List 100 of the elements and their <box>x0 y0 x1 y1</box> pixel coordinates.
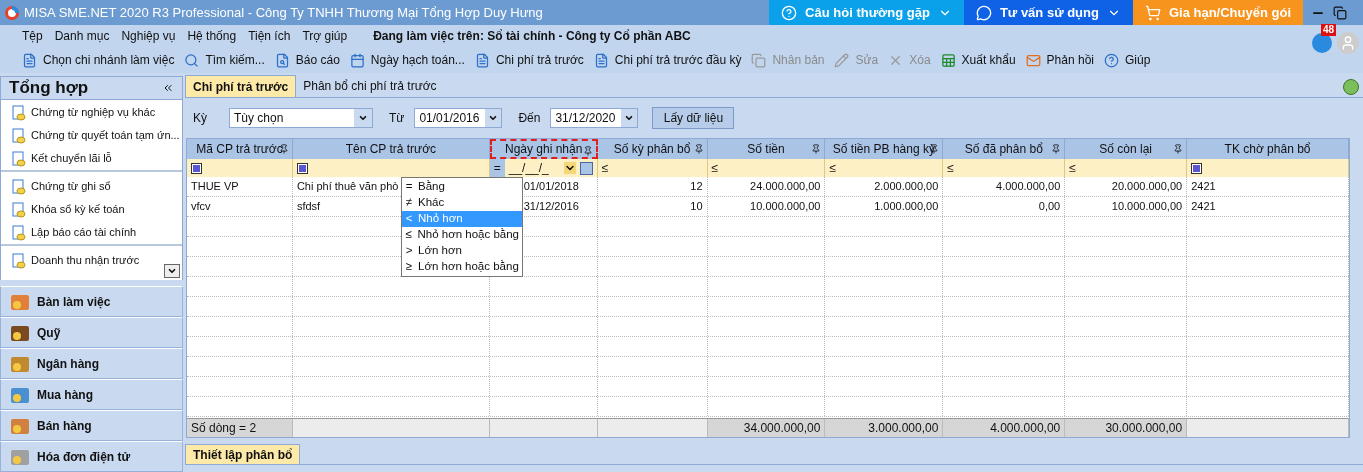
toolbar-button[interactable]: Phản hồi <box>1025 51 1094 69</box>
toolbar-icon <box>940 52 956 68</box>
filter-checkbox[interactable] <box>1191 162 1203 174</box>
caret-icon <box>624 113 635 123</box>
table-cell-text: sfdsf <box>296 199 321 215</box>
date-filter-field[interactable]: __/__/_ <box>508 159 564 177</box>
document-icon <box>11 127 27 144</box>
toolbar-button[interactable]: Tìm kiếm... <box>184 51 265 69</box>
pin-icon[interactable] <box>693 144 704 154</box>
sidebar-item[interactable]: Khóa sổ kỳ kế toán <box>31 201 125 218</box>
module-button[interactable]: Bán hàng <box>0 410 183 441</box>
module-button[interactable]: Ngân hàng <box>0 348 183 379</box>
tab[interactable]: Chi phí trả trước <box>185 75 297 97</box>
menu-item[interactable]: Nghiệp vụ <box>121 27 176 45</box>
toolbar-icon <box>22 52 37 68</box>
period-select[interactable]: Tùy chọn <box>229 108 373 128</box>
filter-operator[interactable]: ≤ <box>711 159 719 177</box>
toolbar-button[interactable]: Ngày hạch toán... <box>349 51 465 69</box>
table-cell-text: THUE VP <box>191 179 239 195</box>
toolbar-button[interactable]: Giúp <box>1104 51 1151 69</box>
sidebar-item[interactable]: Chứng từ ghi sổ <box>31 178 111 195</box>
pin-icon[interactable] <box>811 144 822 154</box>
sidebar-item[interactable]: Lập báo cáo tài chính <box>31 224 137 241</box>
column-header[interactable]: Ngày ghi nhận <box>489 139 598 159</box>
menu-item[interactable]: Hệ thống <box>187 27 237 45</box>
module-button[interactable]: Hóa đơn điện tử <box>0 441 183 472</box>
table-cell-text: 12 <box>690 179 703 195</box>
summary-cell-text: 3.000.000,00 <box>868 420 939 437</box>
summary-cell-text: 4.000.000,00 <box>990 420 1061 437</box>
table-cell-text: 10.000.000,00 <box>1111 199 1183 215</box>
tab[interactable]: Thiết lập phân bổ <box>185 444 301 464</box>
filter-operator[interactable]: ≤ <box>601 159 609 177</box>
dropdown-icon[interactable] <box>563 162 576 174</box>
caret-icon <box>488 113 499 123</box>
toolbar-button[interactable]: Báo cáo <box>274 51 340 69</box>
pin-icon[interactable] <box>1173 144 1184 154</box>
module-button[interactable]: Quỹ <box>0 317 183 348</box>
operator-menu-item[interactable]: ≠ Khác <box>402 195 522 211</box>
summary-cell-text: 34.000.000,00 <box>743 420 821 437</box>
menu-item[interactable]: Tệp <box>22 27 43 45</box>
operator-menu-item[interactable]: ≤ Nhỏ hơn hoặc bằng <box>402 227 522 243</box>
operator-menu-item[interactable]: ≥ Lớn hơn hoặc bằng <box>402 259 522 275</box>
table-cell-text: 31/12/2016 <box>523 199 579 215</box>
menu-item[interactable]: Trợ giúp <box>302 27 348 45</box>
header-button-icon <box>781 4 798 21</box>
header-button-icon <box>1144 4 1161 21</box>
operator-menu-item[interactable]: > Lớn hơn <box>402 243 522 259</box>
sidebar-item[interactable]: Doanh thu nhận trước <box>31 252 140 269</box>
sidebar-item[interactable]: Chứng từ quyết toán tạm ứn... <box>31 127 180 144</box>
sidebar-item[interactable]: Chứng từ nghiệp vụ khác <box>31 104 156 121</box>
window-title: MISA SME.NET 2020 R3 Professional - Công Ty TNHH Thương Mại Tổng Hợp Duy Hưng <box>24 3 543 22</box>
toolbar-icon <box>751 52 767 68</box>
operator-menu-item[interactable]: = Bằng <box>402 179 522 195</box>
table-cell-text: Chi phí thuê văn phò <box>296 179 399 195</box>
table-cell-text: 0,00 <box>1038 199 1061 215</box>
globe-icon[interactable] <box>1311 32 1333 54</box>
period-label: Kỳ <box>193 110 207 127</box>
document-icon <box>11 150 27 167</box>
from-label: Từ <box>389 110 405 127</box>
notification-badge: 48 <box>1321 24 1337 36</box>
pin-icon[interactable] <box>582 146 593 156</box>
toolbar-button[interactable]: Chọn chi nhánh làm việc <box>22 51 175 69</box>
to-date-field[interactable]: 31/12/2020 <box>550 108 639 128</box>
toolbar-button[interactable]: Chi phí trả trước đầu kỳ <box>593 51 742 69</box>
from-date-field[interactable]: 01/01/2016 <box>414 108 503 128</box>
scroll-button[interactable] <box>164 264 180 278</box>
toolbar-button[interactable]: Xuất khẩu <box>940 51 1016 69</box>
summary-cell-text: Số dòng = 2 <box>191 420 257 437</box>
table-cell-text: 1.000.000,00 <box>874 199 939 215</box>
to-label: Đến <box>518 110 541 127</box>
filter-checkbox[interactable] <box>296 162 308 174</box>
fetch-data-button[interactable]: Lấy dữ liệu <box>652 107 735 129</box>
toolbar-icon <box>593 52 609 68</box>
menu-item[interactable]: Danh mục <box>54 27 110 45</box>
document-icon <box>11 178 27 195</box>
toolbar-icon <box>349 52 365 68</box>
pin-icon[interactable] <box>1051 144 1062 154</box>
toolbar-icon <box>1025 52 1041 68</box>
workspace-label: Đang làm việc trên: Sổ tài chính - Công ty Cổ phần ABC <box>373 28 691 45</box>
restore-icon[interactable] <box>1333 5 1347 20</box>
filter-checkbox[interactable] <box>191 162 202 174</box>
toolbar-button[interactable]: Chi phí trả trước <box>474 51 584 69</box>
filter-operator[interactable]: ≤ <box>947 159 954 177</box>
toolbar-icon <box>184 52 200 68</box>
collapse-icon[interactable] <box>162 82 174 94</box>
sidebar-item[interactable]: Kết chuyển lãi lỗ <box>31 150 112 167</box>
table-cell-text: 01/01/2018 <box>523 179 579 195</box>
module-button[interactable]: Mua hàng <box>0 379 183 410</box>
tab[interactable]: Phân bổ chi phí trả trước <box>296 75 444 97</box>
filter-operator[interactable]: ≤ <box>829 159 837 177</box>
document-icon <box>11 252 27 269</box>
clear-filter-icon[interactable] <box>579 161 593 175</box>
caret-icon <box>358 113 368 123</box>
header-button[interactable]: Tư vấn sử dụng <box>963 0 1133 25</box>
module-button[interactable]: Bàn làm việc <box>0 286 183 317</box>
table-cell-text: 10.000.000,00 <box>750 199 821 215</box>
toolbar-icon <box>1104 52 1119 68</box>
filter-operator[interactable]: ≤ <box>1069 159 1076 177</box>
menu-item[interactable]: Tiện ích <box>248 27 291 45</box>
table-cell-text: 2.000.000,00 <box>874 179 939 195</box>
